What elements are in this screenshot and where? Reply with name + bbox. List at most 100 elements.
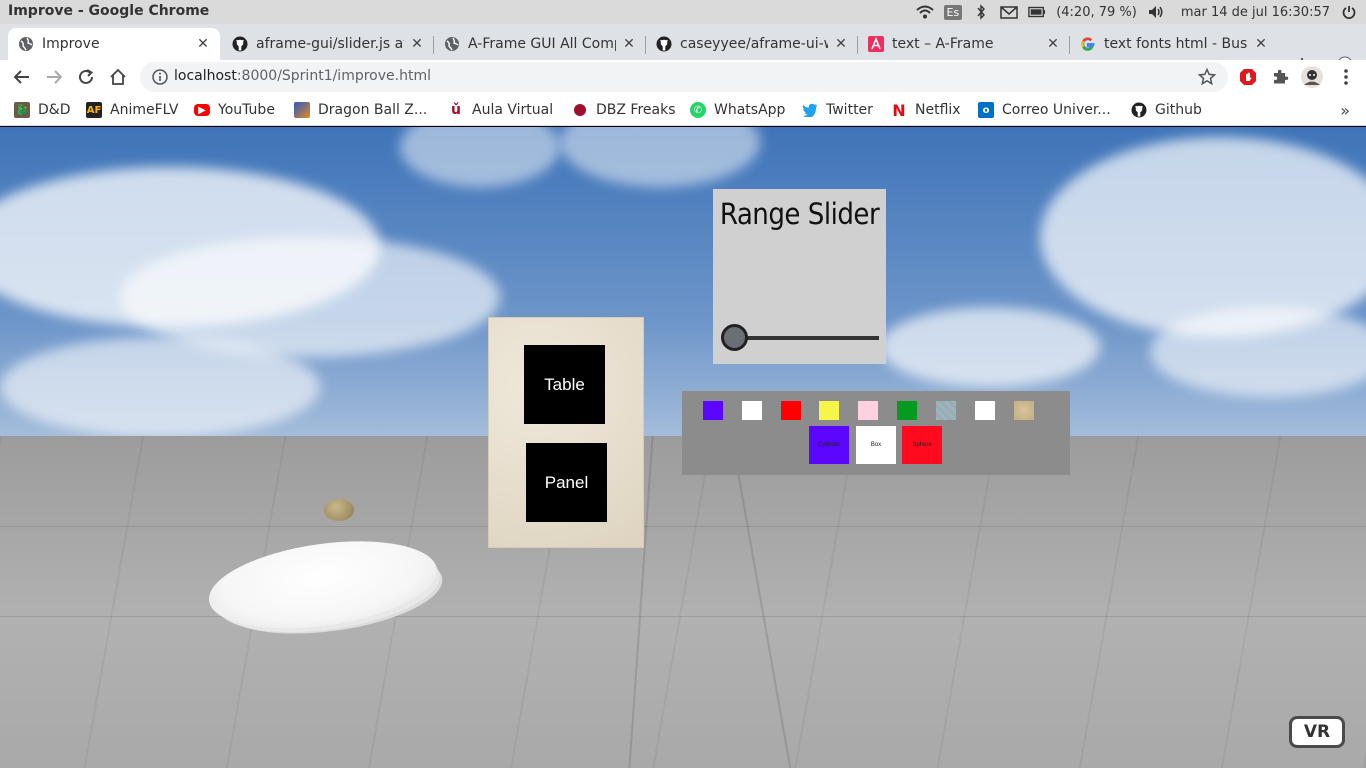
enter-vr-button[interactable]: VR: [1289, 716, 1345, 748]
system-tray: Es (4:20, 79 %) mar 14 de jul 16:30:57: [915, 0, 1366, 24]
info-icon[interactable]: [152, 69, 168, 85]
bookmark-whatsapp[interactable]: ✆ WhatsApp: [690, 100, 785, 120]
bookmark-label: Dragon Ball Z...: [318, 102, 428, 118]
color-palette-panel: Cylinder Box Sphere: [682, 391, 1070, 475]
tab-close-icon[interactable]: ✕: [1254, 36, 1268, 52]
home-button[interactable]: [106, 65, 130, 89]
adblock-extension-icon[interactable]: [1237, 66, 1259, 88]
ground-seam: [0, 526, 1366, 527]
tab-aframe-ui-widgets[interactable]: caseyyee/aframe-ui-w ✕: [646, 28, 858, 60]
aframe-scene[interactable]: Table Panel Range Slider Cylinder Box Sp…: [0, 127, 1366, 768]
bookmark-dragon-ball-z[interactable]: Dragon Ball Z...: [294, 100, 427, 120]
bookmark-label: AnimeFLV: [110, 102, 179, 118]
ground-plane: [0, 436, 1366, 768]
tab-google-search[interactable]: text fonts html - Busc ✕: [1070, 28, 1278, 60]
slider-track[interactable]: [733, 336, 879, 340]
battery-status: (4:20, 79 %): [1056, 4, 1137, 20]
swatch-pink[interactable]: [858, 401, 878, 420]
tab-close-icon[interactable]: ✕: [410, 36, 424, 52]
aula-icon: ǔ: [448, 102, 464, 118]
tab-close-icon[interactable]: ✕: [1046, 36, 1060, 52]
keyboard-language[interactable]: Es: [943, 4, 963, 20]
tab-close-icon[interactable]: ✕: [622, 36, 636, 52]
extensions-puzzle-icon[interactable]: [1269, 66, 1291, 88]
bookmark-label: DBZ Freaks: [596, 102, 676, 118]
slider-title: Range Slider: [719, 197, 880, 231]
cylinder-button[interactable]: Cylinder: [809, 426, 849, 464]
tab-slider-js[interactable]: aframe-gui/slider.js at ✕: [222, 28, 434, 60]
github-icon: [1131, 102, 1147, 118]
whatsapp-icon: ✆: [690, 102, 706, 118]
tab-label: text fonts html - Busc: [1104, 36, 1248, 52]
panel-button[interactable]: Panel: [526, 443, 607, 522]
bluetooth-icon[interactable]: [972, 4, 990, 20]
bookmark-label: Netflix: [915, 102, 961, 118]
back-button[interactable]: [10, 65, 34, 89]
bookmark-dbz-freaks[interactable]: DBZ Freaks: [572, 100, 676, 120]
bookmark-twitter[interactable]: Twitter: [802, 100, 873, 120]
bookmark-netflix[interactable]: N Netflix: [891, 100, 961, 120]
forward-button[interactable]: [42, 65, 66, 89]
swatch-pattern[interactable]: [936, 401, 956, 420]
tab-close-icon[interactable]: ✕: [196, 36, 210, 52]
bookmarks-overflow-button[interactable]: »: [1340, 101, 1350, 120]
tab-label: caseyyee/aframe-ui-w: [680, 36, 828, 52]
swatch-purple[interactable]: [703, 401, 723, 420]
tab-aframe-gui[interactable]: A-Frame GUI All Comp ✕: [434, 28, 646, 60]
table-button[interactable]: Table: [524, 345, 605, 424]
swatch-red[interactable]: [781, 401, 801, 420]
tab-close-icon[interactable]: ✕: [834, 36, 848, 52]
google-icon: [1080, 36, 1096, 52]
slider-handle[interactable]: [721, 324, 748, 351]
wifi-icon[interactable]: [915, 4, 934, 20]
globe-icon: [18, 36, 34, 52]
chrome-menu-icon[interactable]: [1335, 66, 1357, 88]
tab-text-aframe[interactable]: text – A-Frame ✕: [858, 28, 1070, 60]
sphere-button[interactable]: Sphere: [902, 426, 942, 464]
cloud: [0, 337, 320, 437]
bookmark-github[interactable]: Github: [1131, 100, 1202, 120]
cloud: [1150, 307, 1366, 397]
os-top-bar: Improve - Google Chrome Es (4:20, 79 %) …: [0, 0, 1366, 24]
battery-icon[interactable]: [1028, 4, 1046, 20]
profile-avatar[interactable]: [1301, 66, 1323, 88]
dnd-icon: 🐉: [14, 102, 30, 118]
volume-icon[interactable]: [1147, 4, 1165, 20]
arrow-left-icon: [13, 70, 29, 84]
swatch-white-2[interactable]: [975, 401, 995, 420]
swatch-yellow[interactable]: [819, 401, 839, 420]
bookmark-animeflv[interactable]: AF AnimeFLV: [86, 100, 178, 120]
window-title: Improve - Google Chrome: [8, 3, 210, 19]
ground-seam: [730, 436, 792, 768]
url-text[interactable]: localhost:8000/Sprint1/improve.html: [174, 68, 431, 84]
range-slider-panel: Range Slider: [713, 189, 886, 364]
bookmark-star-icon[interactable]: [1197, 67, 1217, 86]
power-icon[interactable]: [1340, 4, 1358, 20]
swatch-green[interactable]: [897, 401, 917, 420]
cloud: [400, 127, 560, 187]
cloud: [880, 307, 1100, 387]
bookmarks-bar: 🐉 D&D AF AnimeFLV ▶ YouTube Dragon Ball …: [0, 94, 1366, 126]
dbz-icon: [294, 102, 310, 118]
ground-seam: [0, 616, 1366, 617]
youtube-icon: ▶: [194, 104, 210, 116]
bookmark-youtube[interactable]: ▶ YouTube: [194, 100, 275, 120]
bookmark-label: D&D: [38, 102, 71, 118]
bookmark-label: Correo Univer...: [1002, 102, 1111, 118]
animeflv-icon: AF: [86, 102, 102, 118]
clock[interactable]: mar 14 de jul 16:30:57: [1181, 5, 1330, 20]
bookmark-aula-virtual[interactable]: ǔ Aula Virtual: [448, 100, 553, 120]
swatch-texture[interactable]: [1014, 401, 1034, 420]
bookmark-correo[interactable]: o Correo Univer...: [978, 100, 1111, 120]
address-bar[interactable]: localhost:8000/Sprint1/improve.html: [140, 62, 1228, 92]
reload-button[interactable]: [74, 65, 98, 89]
box-button[interactable]: Box: [856, 426, 896, 464]
tab-improve[interactable]: Improve ✕: [8, 28, 220, 60]
mail-icon[interactable]: [1000, 4, 1018, 20]
globe-icon: [444, 36, 460, 52]
cloud: [1040, 137, 1366, 337]
tab-label: A-Frame GUI All Comp: [468, 36, 616, 52]
bookmark-label: Twitter: [826, 102, 873, 118]
bookmark-dnd[interactable]: 🐉 D&D: [14, 100, 70, 120]
swatch-white[interactable]: [742, 401, 762, 420]
